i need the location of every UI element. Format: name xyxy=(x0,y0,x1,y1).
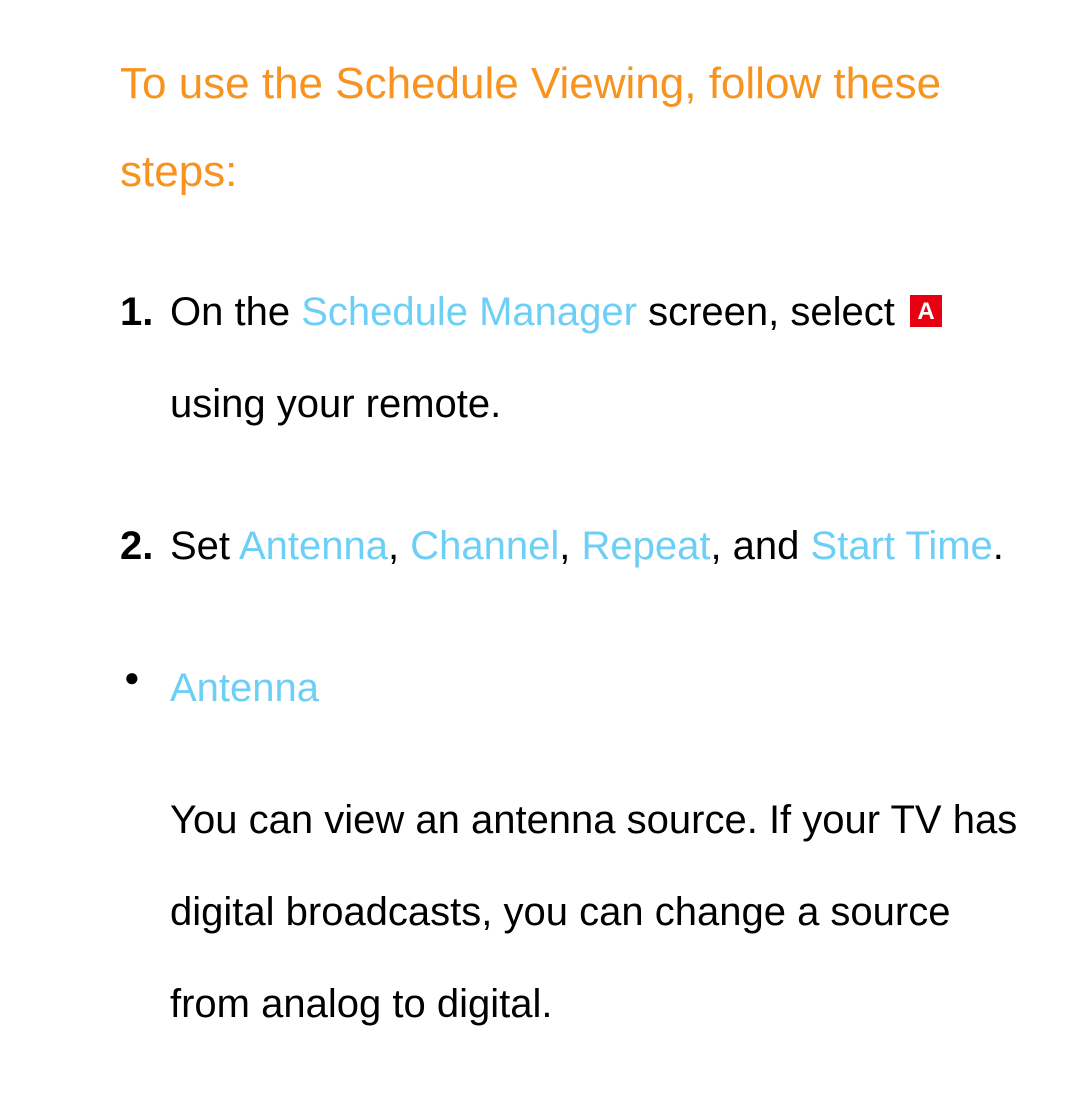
step-1: On the Schedule Manager screen, select A… xyxy=(120,266,1020,450)
bullet-antenna: Antenna You can view an antenna source. … xyxy=(120,642,1020,1050)
remote-a-button-icon: A xyxy=(910,295,942,327)
step-2-text-before: Set xyxy=(170,524,239,568)
step-1-highlight-schedule-manager: Schedule Manager xyxy=(301,290,637,334)
step-1-text-after: using your remote. xyxy=(170,382,501,426)
step-1-text-mid: screen, select xyxy=(637,290,906,334)
step-2-highlight-start-time: Start Time xyxy=(811,524,993,568)
step-1-text-before: On the xyxy=(170,290,301,334)
step-2-highlight-antenna: Antenna xyxy=(239,524,388,568)
steps-list: On the Schedule Manager screen, select A… xyxy=(120,266,1020,592)
step-2-sep1: , xyxy=(388,524,410,568)
step-2-highlight-repeat: Repeat xyxy=(581,524,710,568)
bullet-list: Antenna You can view an antenna source. … xyxy=(120,642,1020,1050)
bullet-body-antenna: You can view an antenna source. If your … xyxy=(170,774,1020,1050)
step-2: Set Antenna, Channel, Repeat, and Start … xyxy=(120,500,1020,592)
step-2-sep3: , and xyxy=(710,524,810,568)
step-2-sep2: , xyxy=(559,524,581,568)
bullet-title-antenna: Antenna xyxy=(170,642,1020,734)
step-2-highlight-channel: Channel xyxy=(410,524,559,568)
section-heading: To use the Schedule Viewing, follow thes… xyxy=(120,40,1020,216)
step-2-text-after: . xyxy=(993,524,1004,568)
